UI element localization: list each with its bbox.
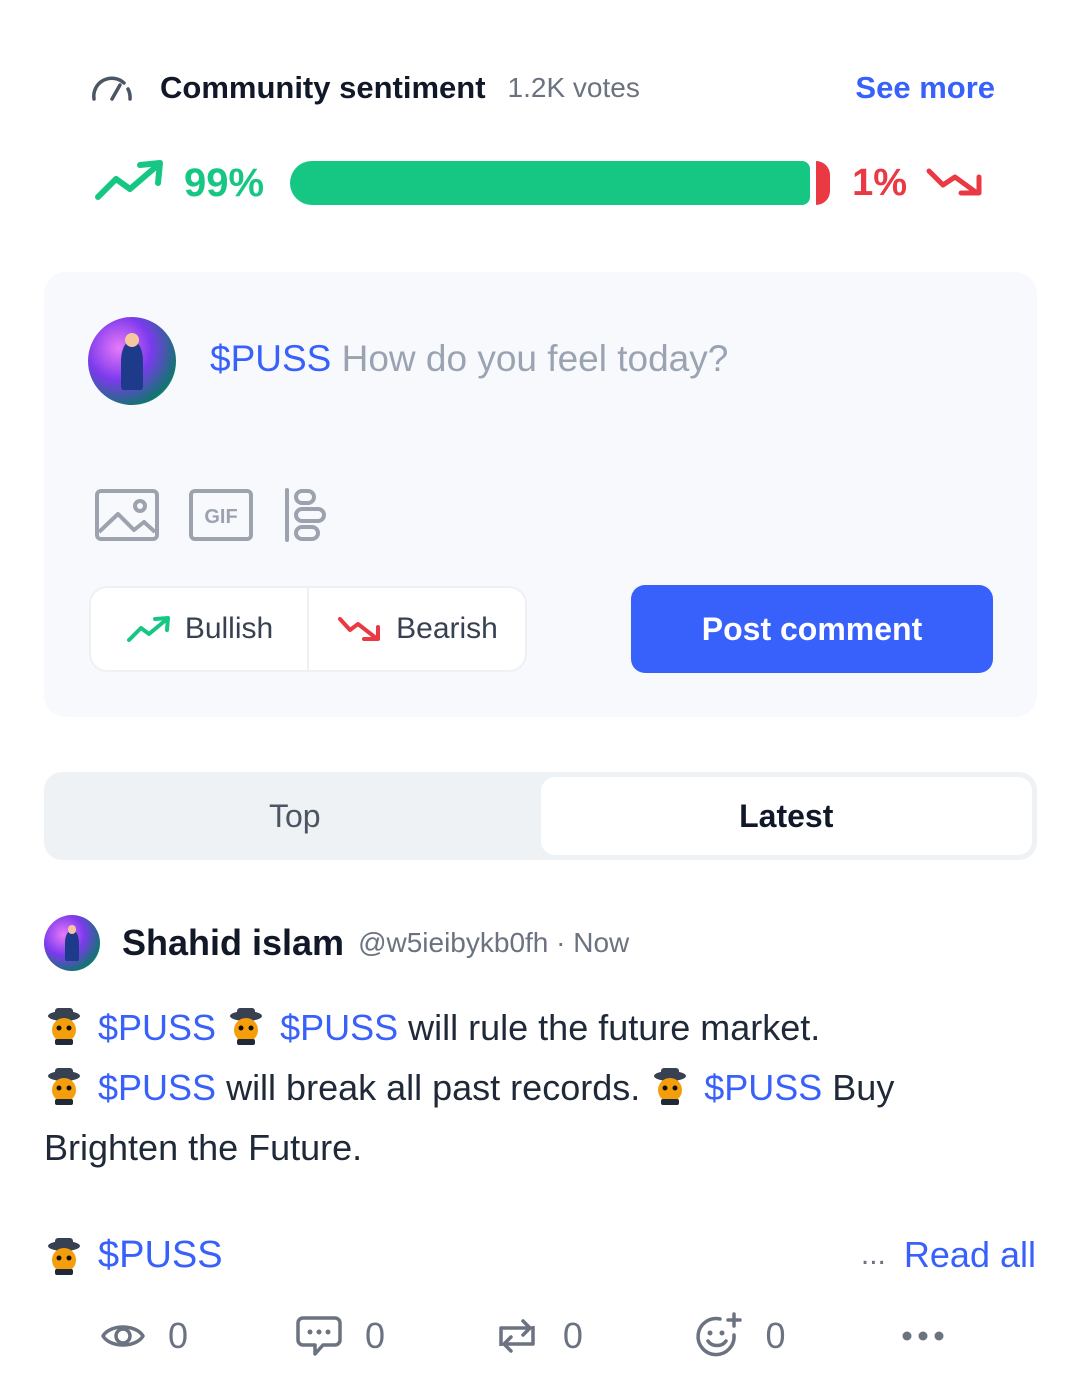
comments-count: 0 (364, 1315, 386, 1356)
reactions-count: 0 (765, 1315, 786, 1356)
add-reaction-icon (695, 1312, 742, 1357)
poll-icon[interactable] (282, 486, 328, 544)
bullish-button[interactable]: Bullish (91, 588, 307, 670)
more-options-button[interactable] (900, 1329, 968, 1343)
gif-icon[interactable]: GIF (188, 488, 254, 542)
composer-placeholder: How do you feel today? (341, 338, 729, 379)
bearish-button[interactable]: Bearish (307, 588, 525, 670)
bullish-label: Bullish (184, 612, 274, 645)
post-text-line1: will rule the future market. (398, 1007, 821, 1048)
composer-tools: GIF (94, 486, 356, 544)
bearish-label: Bearish (396, 612, 498, 645)
repost-button[interactable]: 0 (493, 1315, 694, 1357)
views-count: 0 (168, 1315, 189, 1356)
post-tag[interactable]: $PUSS (44, 1234, 223, 1277)
sentiment-toggle: Bullish Bearish (89, 586, 527, 672)
tab-top[interactable]: Top (49, 777, 541, 855)
feed-tabs: Top Latest (44, 772, 1037, 860)
composer-ticker: $PUSS (210, 338, 332, 379)
cat-emoji-icon (48, 1237, 80, 1275)
sentiment-header: Community sentiment 1.2K votes See more (90, 60, 995, 116)
cat-emoji-icon (48, 1068, 80, 1105)
cat-emoji-icon (48, 1008, 80, 1045)
tab-latest[interactable]: Latest (540, 777, 1032, 855)
comment-icon (296, 1316, 342, 1356)
post-tag-label: $PUSS (98, 1234, 223, 1276)
repost-icon (499, 1319, 535, 1353)
ticker-link[interactable]: $PUSS (98, 1067, 216, 1108)
gauge-icon (90, 70, 138, 106)
author-name[interactable]: Shahid islam (122, 922, 344, 964)
cat-emoji-icon (230, 1008, 263, 1045)
post-text-line3: Brighten the Future. (44, 1127, 363, 1168)
post-comment-button[interactable]: Post comment (631, 585, 993, 673)
author-avatar[interactable] (44, 915, 100, 971)
reposts-count: 0 (562, 1315, 583, 1356)
user-avatar (88, 317, 176, 405)
trend-down-icon (338, 617, 381, 641)
gif-label: GIF (204, 506, 237, 528)
trend-up-icon (126, 616, 170, 642)
comment-input[interactable]: $PUSS How do you feel today? (210, 338, 728, 380)
post-text-line2: will break all past records. (216, 1067, 651, 1108)
sentiment-title: Community sentiment (160, 70, 486, 105)
trend-up-icon (92, 157, 168, 210)
author-handle: @w5ieibykb0fh · Now (358, 927, 630, 958)
read-all-link[interactable]: ... Read all (861, 1234, 1036, 1276)
sentiment-bar (290, 161, 831, 205)
bearish-percent: 1% (852, 161, 907, 204)
image-icon[interactable] (94, 488, 160, 542)
comment-composer: $PUSS How do you feel today? GIF Bullish… (44, 272, 1037, 717)
trend-down-icon (925, 161, 985, 206)
ticker-link[interactable]: $PUSS (280, 1007, 398, 1048)
see-more-link[interactable]: See more (855, 70, 995, 106)
bullish-bar-fill (290, 161, 811, 205)
read-all-label: Read all (903, 1234, 1036, 1275)
more-icon (902, 1331, 944, 1341)
eye-icon (101, 1325, 145, 1347)
post-header: Shahid islam @w5ieibykb0fh · Now (44, 912, 629, 974)
post-text-line2-tail: Buy (822, 1067, 895, 1108)
bearish-bar-fill (816, 161, 831, 205)
bullish-percent: 99% (184, 160, 265, 205)
reaction-button[interactable]: 0 (694, 1311, 900, 1361)
views-stat: 0 (100, 1315, 295, 1357)
ticker-link[interactable]: $PUSS (98, 1007, 216, 1048)
cat-emoji-icon (654, 1068, 687, 1105)
ticker-link[interactable]: $PUSS (704, 1067, 822, 1108)
votes-count: 1.2K votes (507, 72, 640, 103)
sentiment-bar-row: 99% 1% (92, 150, 997, 216)
comment-button[interactable]: 0 (295, 1314, 493, 1358)
ellipsis-text: ... (860, 1238, 886, 1271)
post-text: $PUSS $PUSS will rule the future market.… (44, 998, 1004, 1178)
post-actions: 0 0 0 0 (100, 1306, 980, 1366)
